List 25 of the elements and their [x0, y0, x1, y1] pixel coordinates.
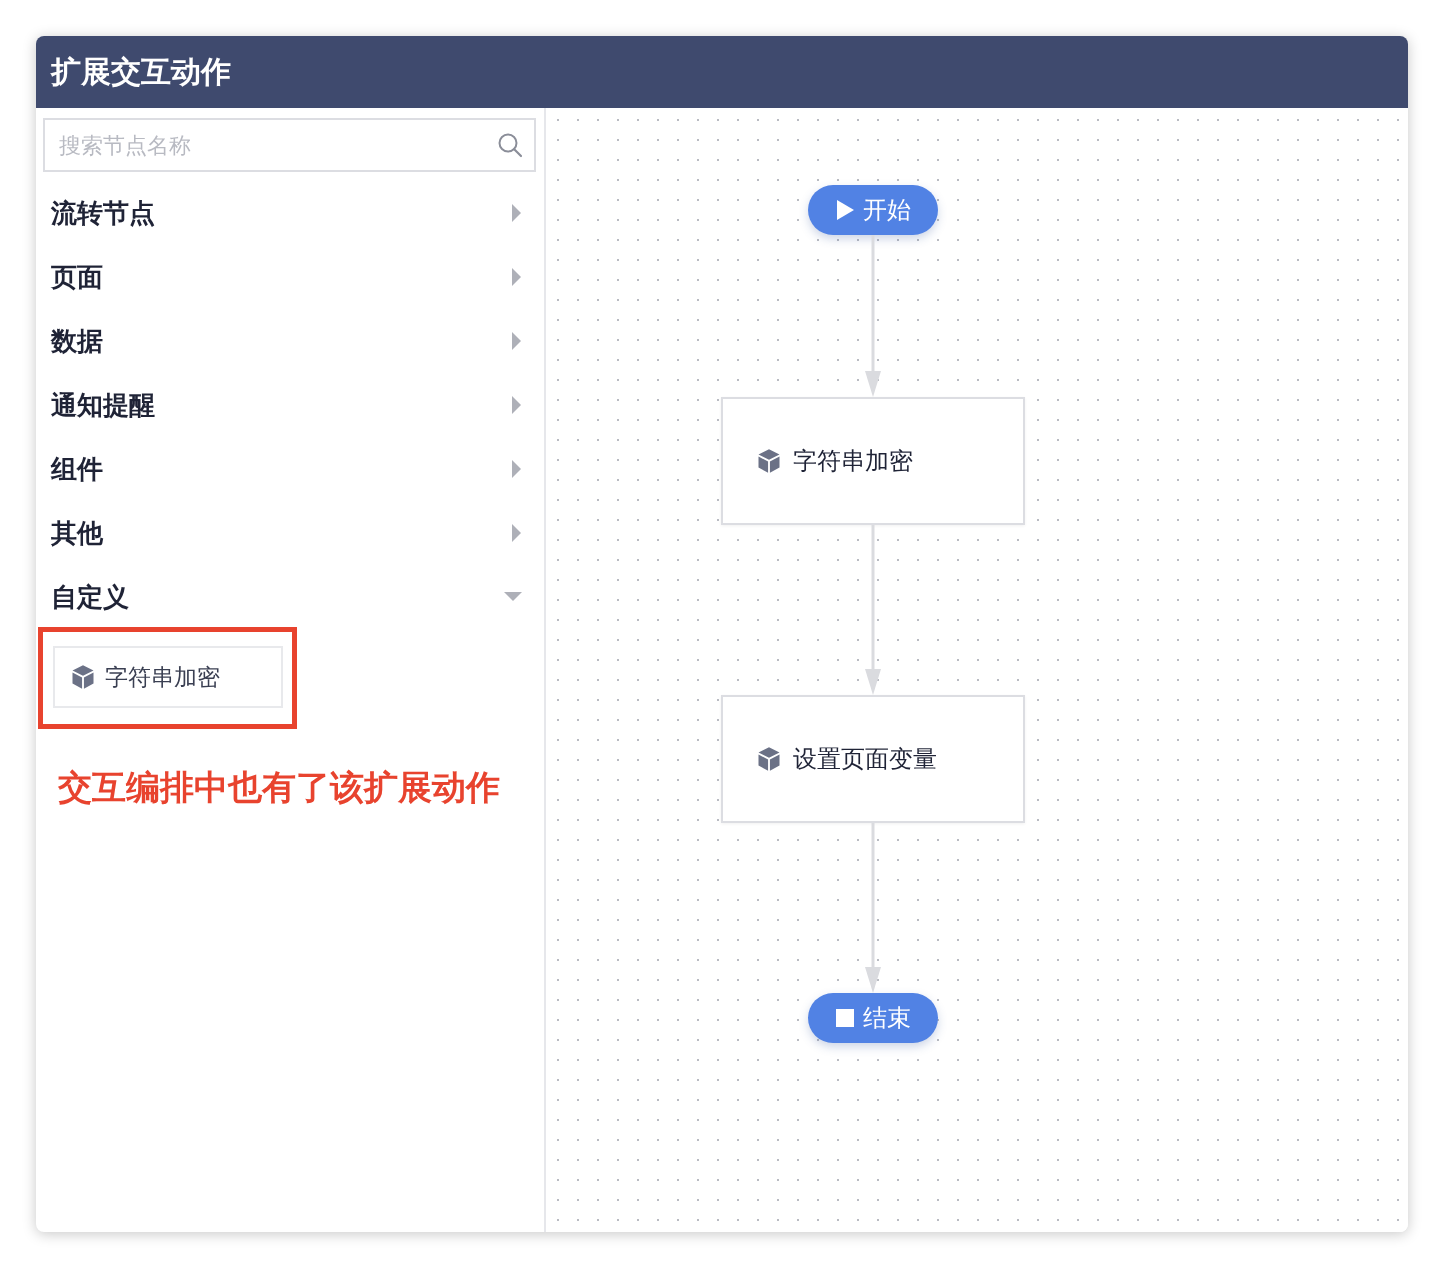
caret-right-icon[interactable] [512, 332, 522, 350]
category-item[interactable]: 组件 [51, 451, 103, 487]
play-icon [835, 199, 855, 221]
category-item[interactable]: 流转节点 [51, 195, 155, 231]
category-item[interactable]: 数据 [51, 323, 103, 359]
search-icon [497, 132, 523, 158]
search-field[interactable]: 搜索节点名称 [43, 118, 536, 172]
caret-right-icon[interactable] [512, 524, 522, 542]
category-item[interactable]: 其他 [51, 515, 103, 551]
caret-right-icon[interactable] [512, 204, 522, 222]
category-item[interactable]: 自定义 [51, 579, 129, 615]
window-title: 扩展交互动作 [51, 52, 231, 91]
category-item[interactable]: 页面 [51, 259, 103, 295]
start-node[interactable]: 开始 [808, 185, 938, 235]
caret-right-icon[interactable] [512, 396, 522, 414]
caret-right-icon[interactable] [512, 460, 522, 478]
stop-icon [835, 1007, 855, 1029]
node-item[interactable]: 字符串加密 [53, 646, 283, 708]
caret-right-icon[interactable] [512, 268, 522, 286]
category-item[interactable]: 通知提醒 [51, 387, 155, 423]
caret-down-icon[interactable] [504, 592, 522, 602]
annotation-text: 交互编排中也有了该扩展动作 [58, 766, 501, 809]
end-node[interactable]: 结束 [808, 993, 938, 1043]
action-node[interactable]: 字符串加密 [721, 397, 1025, 525]
action-node[interactable]: 设置页面变量 [721, 695, 1025, 823]
